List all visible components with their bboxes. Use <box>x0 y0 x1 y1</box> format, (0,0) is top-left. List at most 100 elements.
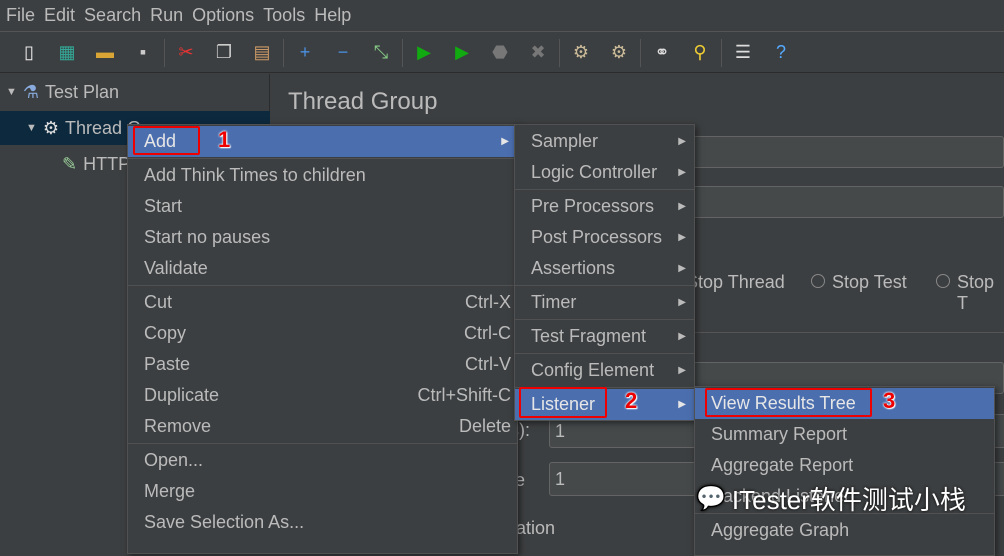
menu-item-test-fragment[interactable]: Test Fragment ▶ <box>515 321 694 352</box>
menu-item-label: Start no pauses <box>144 227 271 247</box>
radio-stop-test-label[interactable]: Stop Test <box>832 272 907 293</box>
menu-item-label: Aggregate Report <box>711 455 854 475</box>
menu-edit[interactable]: Edit <box>44 5 75 26</box>
menu-item-label: Sampler <box>531 131 599 151</box>
shutdown-icon[interactable]: ✖ <box>519 38 557 68</box>
menu-item-cut[interactable]: Cut Ctrl-X <box>128 287 517 318</box>
menu-item-remove[interactable]: Remove Delete <box>128 411 517 442</box>
expand-icon[interactable]: + <box>286 38 324 68</box>
menu-item-duplicate[interactable]: Duplicate Ctrl+Shift-C <box>128 380 517 411</box>
shortcut-label: Ctrl-V <box>465 354 511 374</box>
menu-file[interactable]: File <box>6 5 35 26</box>
toolbar-separator <box>721 38 722 67</box>
menu-item-start[interactable]: Start <box>128 191 517 222</box>
menu-item-pre-processors[interactable]: Pre Processors ▶ <box>515 191 694 222</box>
menu-options[interactable]: Options <box>192 5 254 26</box>
menu-item-label: Pre Processors <box>531 196 655 216</box>
menu-tools[interactable]: Tools <box>263 5 305 26</box>
menu-item-label: Config Element <box>531 360 655 380</box>
menu-item-label: Post Processors <box>531 227 663 247</box>
start-no-pauses-icon[interactable]: ▶ <box>443 38 481 68</box>
annotation-number-2: 2 <box>625 388 638 413</box>
clear-icon[interactable]: ⚙ <box>562 38 600 68</box>
menu-search[interactable]: Search <box>84 5 141 26</box>
menu-item-logic-controller[interactable]: Logic Controller ▶ <box>515 157 694 188</box>
open-icon[interactable]: ▬ <box>86 38 124 68</box>
search-icon[interactable]: ⚭ <box>643 38 681 68</box>
menu-item-merge[interactable]: Merge <box>128 476 517 507</box>
annotation-number-3: 3 <box>883 388 896 413</box>
templates-icon[interactable]: ▦ <box>48 38 86 68</box>
menu-item-config-element[interactable]: Config Element ▶ <box>515 355 694 386</box>
help-icon[interactable]: ? <box>762 38 800 68</box>
new-icon[interactable]: ▯ <box>10 38 48 68</box>
menu-help[interactable]: Help <box>314 5 351 26</box>
toolbar-separator <box>164 38 165 67</box>
pipette-icon: ✎ <box>62 153 78 174</box>
submenu-arrow-icon: ▶ <box>678 167 686 178</box>
shortcut-label: Ctrl-C <box>464 323 511 343</box>
context-menu: Add ▶ Add Think Times to children Start Star… <box>127 124 518 554</box>
toolbar: ▯ ▦ ▬ ▪ ✂ ❐ ▤ + − ⤡ ▶ ▶ ⬣ ✖ ⚙ ⚙ ⚭ ⚲ ☰? <box>0 33 1004 73</box>
menu-item-label: Save Selection As... <box>144 512 305 532</box>
menu-item-label: Duplicate <box>144 385 220 405</box>
toggle-icon[interactable]: ⤡ <box>362 38 400 68</box>
paste-icon[interactable]: ▤ <box>243 38 281 68</box>
menu-item-copy[interactable]: Copy Ctrl-C <box>128 318 517 349</box>
menu-bar: File Edit Search Run Options Tools Help <box>0 0 1004 32</box>
expand-arrow-icon[interactable]: ▼ <box>26 122 37 134</box>
menu-run[interactable]: Run <box>150 5 183 26</box>
expand-arrow-icon[interactable]: ▼ <box>6 86 17 98</box>
submenu-arrow-icon: ▶ <box>678 201 686 212</box>
menu-item-label: Timer <box>531 292 577 312</box>
shortcut-label: Ctrl-X <box>465 292 511 312</box>
tree-item-test-plan[interactable]: ▼ ⚗ Test Plan <box>0 75 270 109</box>
reset-search-icon[interactable]: ⚲ <box>681 38 719 68</box>
menu-item-open[interactable]: Open... <box>128 445 517 476</box>
wechat-icon: 💬 <box>696 485 726 512</box>
copy-icon[interactable]: ❐ <box>205 38 243 68</box>
gear-icon: ⚙ <box>42 117 60 138</box>
annotation-box-2 <box>519 387 607 418</box>
menu-item-label: Logic Controller <box>531 162 658 182</box>
menu-item-start-no-pauses[interactable]: Start no pauses <box>128 222 517 253</box>
menu-separator <box>128 285 517 286</box>
menu-item-label: Paste <box>144 354 191 374</box>
clear-all-icon[interactable]: ⚙ <box>600 38 638 68</box>
menu-item-sampler[interactable]: Sampler ▶ <box>515 126 694 157</box>
function-helper-icon[interactable]: ☰ <box>724 38 762 68</box>
menu-item-validate[interactable]: Validate <box>128 253 517 284</box>
radio-stop-test-now[interactable] <box>936 274 950 288</box>
radio-stop-thread-label[interactable]: Stop Thread <box>686 272 785 293</box>
menu-item-label: Cut <box>144 292 173 312</box>
menu-item-save-selection-as[interactable]: Save Selection As... <box>128 507 517 538</box>
menu-item-paste[interactable]: Paste Ctrl-V <box>128 349 517 380</box>
page-title: Thread Group <box>288 88 438 115</box>
menu-item-add-think-times-to-children[interactable]: Add Think Times to children <box>128 160 517 191</box>
radio-stop-test-now-label[interactable]: Stop T <box>957 272 1004 314</box>
submenu-arrow-icon: ▶ <box>678 263 686 274</box>
submenu-arrow-icon: ▶ <box>678 365 686 376</box>
submenu-arrow-icon: ▶ <box>678 399 686 410</box>
menu-item-aggregate-report[interactable]: Aggregate Report <box>695 450 994 481</box>
submenu-arrow-icon: ▶ <box>678 331 686 342</box>
menu-item-label: Remove <box>144 416 212 436</box>
collapse-icon[interactable]: − <box>324 38 362 68</box>
stop-icon[interactable]: ⬣ <box>481 38 519 68</box>
menu-item-summary-report[interactable]: Summary Report <box>695 419 994 450</box>
menu-separator <box>515 189 694 190</box>
menu-separator <box>128 443 517 444</box>
menu-item-timer[interactable]: Timer ▶ <box>515 287 694 318</box>
menu-item-aggregate-graph[interactable]: Aggregate Graph <box>695 515 994 546</box>
annotation-box-3 <box>705 388 872 417</box>
annotation-number-1: 1 <box>218 127 231 152</box>
menu-item-assertions[interactable]: Assertions ▶ <box>515 253 694 284</box>
menu-item-label: Open... <box>144 450 204 470</box>
radio-stop-test[interactable] <box>811 274 825 288</box>
cut-icon[interactable]: ✂ <box>167 38 205 68</box>
menu-item-post-processors[interactable]: Post Processors ▶ <box>515 222 694 253</box>
save-icon[interactable]: ▪ <box>124 38 162 68</box>
start-icon[interactable]: ▶ <box>405 38 443 68</box>
menu-item-label: Copy <box>144 323 187 343</box>
flask-icon: ⚗ <box>22 81 40 102</box>
